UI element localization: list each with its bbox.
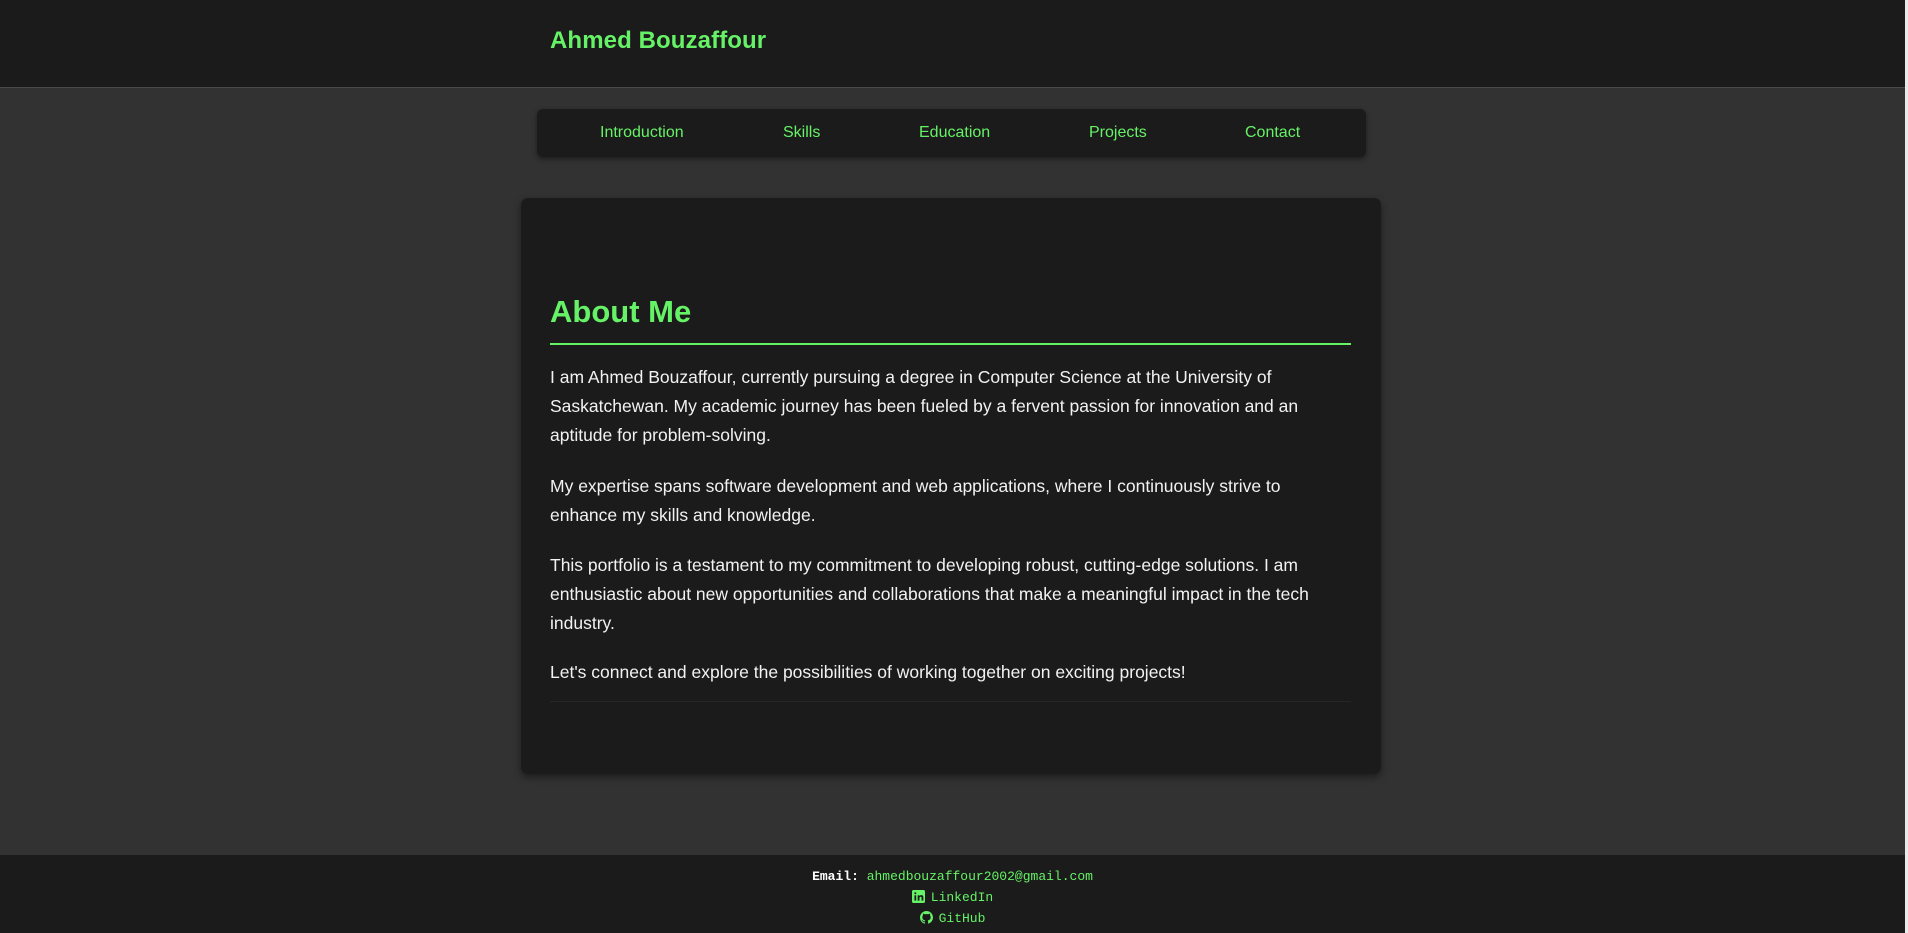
nav-link-projects[interactable]: Projects	[1089, 124, 1147, 142]
email-link[interactable]: ahmedbouzaffour2002@gmail.com	[867, 869, 1093, 884]
about-section: About Me I am Ahmed Bouzaffour, currentl…	[521, 198, 1381, 774]
github-icon	[919, 911, 933, 924]
linkedin-link[interactable]: LinkedIn	[911, 890, 994, 905]
page-body: Ahmed Bouzaffour Introduction Skills Edu…	[0, 0, 1905, 933]
site-header: Ahmed Bouzaffour	[0, 0, 1905, 88]
about-paragraph: This portfolio is a testament to my comm…	[550, 555, 1309, 633]
footer-linkedin-line: LinkedIn	[0, 890, 1905, 905]
github-label: GitHub	[938, 911, 986, 926]
section-divider	[550, 701, 1351, 702]
nav-link-education[interactable]: Education	[919, 124, 990, 142]
github-link[interactable]: GitHub	[919, 911, 986, 926]
site-brand[interactable]: Ahmed Bouzaffour	[550, 27, 766, 55]
linkedin-label: LinkedIn	[930, 890, 994, 905]
title-divider	[550, 343, 1351, 345]
nav-link-introduction[interactable]: Introduction	[600, 124, 684, 142]
linkedin-icon	[911, 890, 925, 903]
footer-github-line: GitHub	[0, 911, 1905, 926]
email-label: Email:	[812, 869, 859, 884]
nav-link-skills[interactable]: Skills	[783, 124, 820, 142]
page-root: Ahmed Bouzaffour Introduction Skills Edu…	[0, 0, 1908, 933]
about-paragraph: My expertise spans software development …	[550, 476, 1281, 525]
about-paragraph: Let's connect and explore the possibilit…	[550, 662, 1186, 682]
nav-link-contact[interactable]: Contact	[1245, 124, 1300, 142]
footer-email-line: Email: ahmedbouzaffour2002@gmail.com	[0, 869, 1905, 884]
main-nav: Introduction Skills Education Projects C…	[537, 109, 1366, 157]
about-title: About Me	[550, 294, 692, 329]
site-footer: Email: ahmedbouzaffour2002@gmail.com Lin…	[0, 855, 1905, 933]
about-paragraph: I am Ahmed Bouzaffour, currently pursuin…	[550, 367, 1299, 445]
